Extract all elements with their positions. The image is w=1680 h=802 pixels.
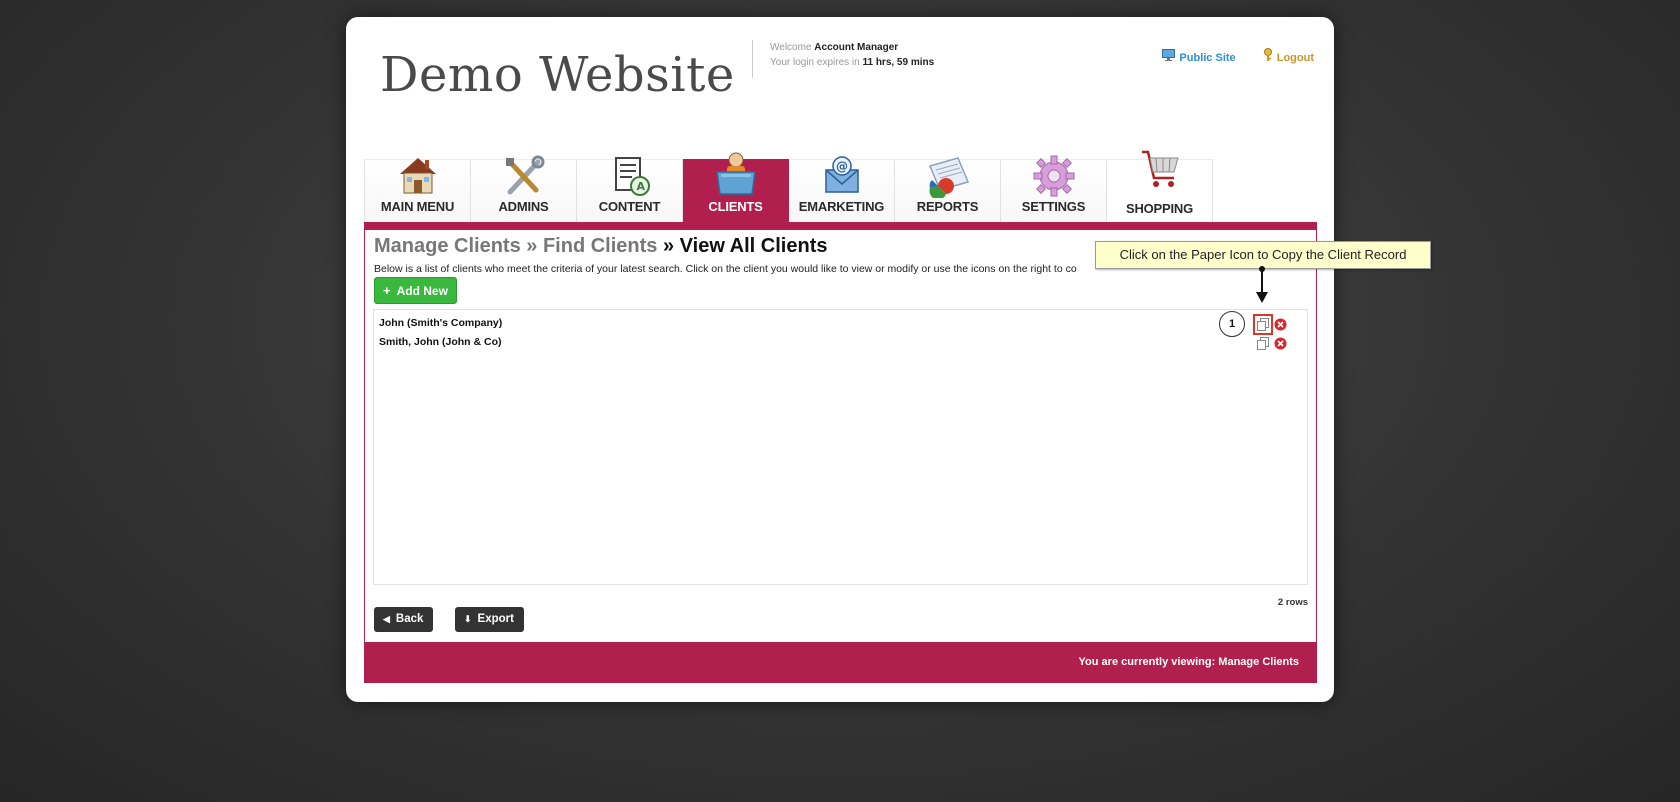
email-icon: @: [789, 152, 894, 196]
intro-text: Below is a list of clients who meet the …: [374, 263, 1077, 275]
welcome-box: Welcome Account Manager Your login expir…: [752, 40, 934, 78]
gear-icon: [1001, 152, 1106, 197]
copy-icon[interactable]: [1253, 314, 1273, 335]
tab-reports[interactable]: REPORTS: [895, 157, 1001, 223]
tab-content[interactable]: A CONTENT: [577, 157, 683, 223]
export-button[interactable]: ⬇ Export: [455, 607, 524, 632]
main-panel: Demo Website Welcome Account Manager You…: [346, 17, 1334, 702]
svg-text:A: A: [636, 180, 645, 193]
expiry-prefix: Your login expires in: [770, 57, 860, 68]
house-icon: [365, 152, 470, 196]
content-area: Manage Clients » Find Clients » View All…: [364, 230, 1317, 658]
footer-bar: You are currently viewing: Manage Client…: [364, 642, 1317, 683]
expiry-value: 11 hrs, 59 mins: [862, 57, 935, 68]
tab-main-menu[interactable]: MAIN MENU: [364, 158, 471, 223]
svg-text:@: @: [836, 160, 848, 174]
list-item[interactable]: Smith, John (John & Co): [379, 336, 502, 348]
footer-status: You are currently viewing: Manage Client…: [1078, 656, 1299, 668]
welcome-prefix: Welcome: [770, 42, 812, 53]
main-nav: MAIN MENU ADMINS A CONTENT CLIENTS @ EMA…: [364, 150, 1213, 223]
document-icon: A: [577, 152, 682, 196]
tab-clients[interactable]: CLIENTS: [683, 152, 789, 223]
client-list: John (Smith's Company) Smith, John (John…: [373, 309, 1308, 585]
copy-icon[interactable]: [1257, 337, 1269, 350]
row-actions: [1253, 314, 1287, 335]
triangle-left-icon: ◀: [383, 614, 390, 624]
list-item[interactable]: John (Smith's Company): [379, 317, 502, 329]
plus-icon: +: [383, 283, 391, 298]
tab-admins[interactable]: ADMINS: [471, 155, 577, 223]
tab-emarketing[interactable]: @ EMARKETING: [789, 156, 895, 223]
tools-icon: [471, 152, 576, 196]
site-logo[interactable]: Demo Website: [380, 47, 735, 103]
step-marker: 1: [1219, 311, 1245, 337]
public-site-link[interactable]: Public Site: [1162, 49, 1238, 64]
tooltip-callout: Click on the Paper Icon to Copy the Clie…: [1095, 241, 1431, 269]
breadcrumb: Manage Clients » Find Clients » View All…: [374, 235, 828, 257]
user-name: Account Manager: [814, 42, 899, 53]
cart-icon: [1107, 150, 1212, 196]
back-button[interactable]: ◀ Back: [374, 607, 434, 632]
monitor-icon: [1162, 49, 1176, 64]
delete-icon[interactable]: [1274, 318, 1287, 331]
person-folder-icon: [683, 152, 788, 196]
breadcrumb-find-clients[interactable]: Find Clients: [543, 235, 657, 257]
page-title: View All Clients: [679, 235, 828, 257]
logout-link[interactable]: Logout: [1263, 48, 1314, 64]
tab-settings[interactable]: SETTINGS: [1001, 155, 1107, 223]
row-actions: [1257, 337, 1287, 350]
tab-shopping[interactable]: SHOPPING: [1107, 150, 1213, 223]
delete-icon[interactable]: [1274, 337, 1287, 350]
add-new-button[interactable]: + Add New: [374, 277, 457, 304]
report-icon: [895, 152, 1000, 200]
breadcrumb-manage-clients[interactable]: Manage Clients: [374, 235, 521, 257]
top-links: Public Site Logout: [1162, 48, 1314, 64]
tooltip-arrow-icon: [1256, 266, 1268, 303]
arrow-down-icon: ⬇: [464, 614, 472, 624]
nav-underline-bar: [364, 222, 1317, 230]
key-icon: [1263, 48, 1273, 64]
row-count: 2 rows: [1277, 597, 1308, 608]
